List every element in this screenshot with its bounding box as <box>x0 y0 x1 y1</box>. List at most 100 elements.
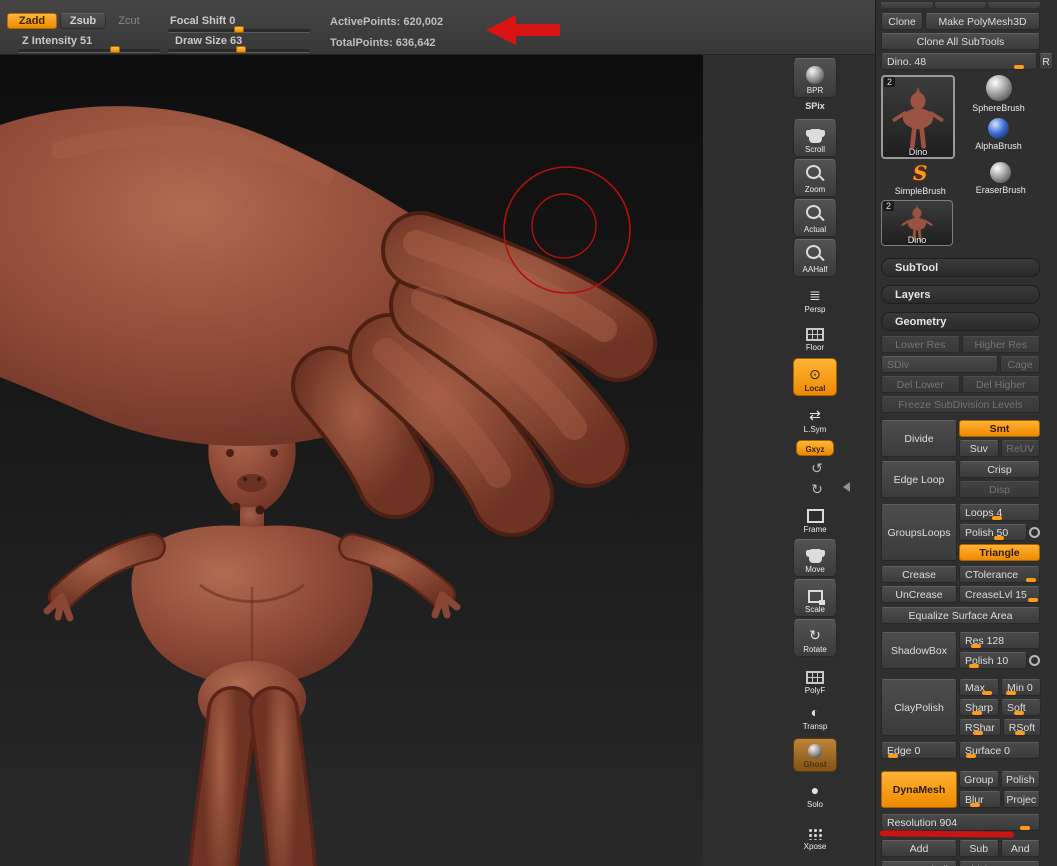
layers-palette-header[interactable]: Layers <box>881 285 1040 304</box>
thickness-slider[interactable]: Thickness 4 <box>959 861 1040 866</box>
rotate-button[interactable]: ↻ Rotate <box>793 619 837 657</box>
dino-slider[interactable]: Dino. 48 <box>881 53 1037 70</box>
equalize-surface-area-button[interactable]: Equalize Surface Area <box>881 607 1040 624</box>
xpose-button[interactable]: Xpose <box>793 815 837 853</box>
zsub-button[interactable]: Zsub <box>60 13 106 29</box>
triangle-toggle[interactable]: Triangle <box>959 544 1040 561</box>
crisp-toggle[interactable]: Crisp <box>959 461 1040 478</box>
max-slider[interactable]: Max <box>959 679 1000 696</box>
reuv-button[interactable]: ReUV <box>1000 440 1040 457</box>
focal-shift-handle[interactable] <box>234 26 244 33</box>
bpr-button[interactable]: BPR <box>793 58 837 98</box>
clipped-button[interactable] <box>988 2 1041 8</box>
higher-res-button[interactable]: Higher Res <box>961 336 1040 353</box>
rshar-slider[interactable]: RShar <box>959 719 1001 736</box>
surface-handle[interactable] <box>966 754 977 758</box>
creaselvl-handle[interactable] <box>1027 598 1038 602</box>
polish10-slider[interactable]: Polish 10 <box>959 652 1027 669</box>
add-toggle[interactable]: Add <box>881 840 957 857</box>
sphere-brush-item[interactable]: SphereBrush <box>957 75 1040 116</box>
freeze-subdivision-button[interactable]: Freeze SubDivision Levels <box>881 396 1040 413</box>
z-intensity-slider[interactable] <box>18 46 160 53</box>
gxyz-button[interactable]: Gxyz <box>796 440 834 456</box>
sdiv-slider[interactable]: SDiv <box>881 356 998 373</box>
surface-slider[interactable]: Surface 0 <box>959 742 1040 759</box>
min-handle[interactable] <box>1005 691 1016 695</box>
uncrease-button[interactable]: UnCrease <box>881 586 957 603</box>
simple-brush-item[interactable]: S SimpleBrush <box>881 162 960 196</box>
alpha-brush-item[interactable]: AlphaBrush <box>957 118 1040 159</box>
ghost-button[interactable]: Ghost <box>793 738 837 772</box>
curved-arrow-icon[interactable]: ↺ <box>806 460 828 477</box>
crease-button[interactable]: Crease <box>881 566 957 583</box>
persp-button[interactable]: ≣ Persp <box>793 280 837 316</box>
scroll-button[interactable]: Scroll <box>793 119 837 157</box>
disp-button[interactable]: Disp <box>959 481 1040 498</box>
polish-toggle[interactable]: Polish <box>1000 771 1040 788</box>
subtool-thumbnail[interactable]: 2 Dino <box>881 200 953 246</box>
sharp-handle[interactable] <box>972 711 983 715</box>
r-button[interactable]: R <box>1039 53 1053 70</box>
actual-button[interactable]: Actual <box>793 199 837 237</box>
blur-slider[interactable]: Blur <box>959 791 1001 808</box>
del-lower-button[interactable]: Del Lower <box>881 376 960 393</box>
ctolerance-slider[interactable]: CTolerance <box>959 566 1040 583</box>
resolution-handle[interactable] <box>1020 826 1031 830</box>
polish50-handle[interactable] <box>994 536 1005 540</box>
blur-handle[interactable] <box>969 803 980 807</box>
clone-button[interactable]: Clone <box>881 13 923 30</box>
smt-toggle[interactable]: Smt <box>959 420 1040 437</box>
loops-handle[interactable] <box>991 516 1002 520</box>
divide-button[interactable]: Divide <box>881 420 957 457</box>
draw-size-handle[interactable] <box>236 46 246 53</box>
edge-loop-button[interactable]: Edge Loop <box>881 461 957 498</box>
panel-collapse-arrow[interactable] <box>843 482 850 492</box>
curved-arrow-icon[interactable]: ↻ <box>806 481 828 498</box>
transp-button[interactable]: ◐ Transp <box>793 699 837 733</box>
scale-button[interactable]: Scale <box>793 579 837 617</box>
sculpt-canvas[interactable] <box>0 55 703 866</box>
frame-button[interactable]: Frame <box>793 502 837 536</box>
move-button[interactable]: Move <box>793 539 837 577</box>
geometry-palette-header[interactable]: Geometry <box>881 312 1040 331</box>
sub-toggle[interactable]: Sub <box>959 840 999 857</box>
shadowbox-button[interactable]: ShadowBox <box>881 632 957 669</box>
solo-button[interactable]: ● Solo <box>793 777 837 811</box>
soft-handle[interactable] <box>1014 711 1025 715</box>
and-toggle[interactable]: And <box>1000 840 1040 857</box>
edge-slider[interactable]: Edge 0 <box>881 742 957 759</box>
sharp-slider[interactable]: Sharp <box>959 699 1000 716</box>
groupsloops-button[interactable]: GroupsLoops <box>881 504 957 561</box>
clone-all-subtools-button[interactable]: Clone All SubTools <box>881 33 1040 50</box>
z-intensity-handle[interactable] <box>110 46 120 53</box>
loops-slider[interactable]: Loops 4 <box>959 504 1040 521</box>
eraser-brush-item[interactable]: EraserBrush <box>962 162 1041 196</box>
spix-label[interactable]: SPix <box>793 101 837 111</box>
create-shell-button[interactable]: Create Shell <box>881 861 957 866</box>
clipped-button[interactable] <box>934 2 987 8</box>
draw-size-slider[interactable] <box>168 46 310 53</box>
res-slider[interactable]: Res 128 <box>959 632 1040 649</box>
polish-mode-circle-toggle[interactable] <box>1029 655 1040 666</box>
make-polymesh3d-button[interactable]: Make PolyMesh3D <box>925 13 1040 30</box>
clipped-button[interactable] <box>881 2 933 8</box>
zadd-button[interactable]: Zadd <box>7 13 57 29</box>
dino-slider-handle[interactable] <box>1014 65 1025 69</box>
max-handle[interactable] <box>982 691 993 695</box>
aahalf-button[interactable]: AAHalf <box>793 239 837 277</box>
ctolerance-handle[interactable] <box>1026 578 1037 582</box>
floor-button[interactable]: Floor <box>793 318 837 354</box>
rsoft-handle[interactable] <box>1015 731 1026 735</box>
focal-shift-slider[interactable] <box>168 26 310 33</box>
lower-res-button[interactable]: Lower Res <box>881 336 960 353</box>
current-tool-thumbnail[interactable]: 2 Dino <box>881 75 955 159</box>
polish10-handle[interactable] <box>969 664 980 668</box>
polish50-slider[interactable]: Polish 50 <box>959 524 1027 541</box>
lsym-button[interactable]: ⇄ L.Sym <box>793 404 837 436</box>
project-toggle[interactable]: Projec <box>1002 791 1040 808</box>
min-slider[interactable]: Min 0 <box>1001 679 1042 696</box>
suv-toggle[interactable]: Suv <box>959 440 999 457</box>
polyf-button[interactable]: PolyF <box>793 661 837 697</box>
del-higher-button[interactable]: Del Higher <box>961 376 1040 393</box>
group-toggle[interactable]: Group <box>959 771 999 788</box>
